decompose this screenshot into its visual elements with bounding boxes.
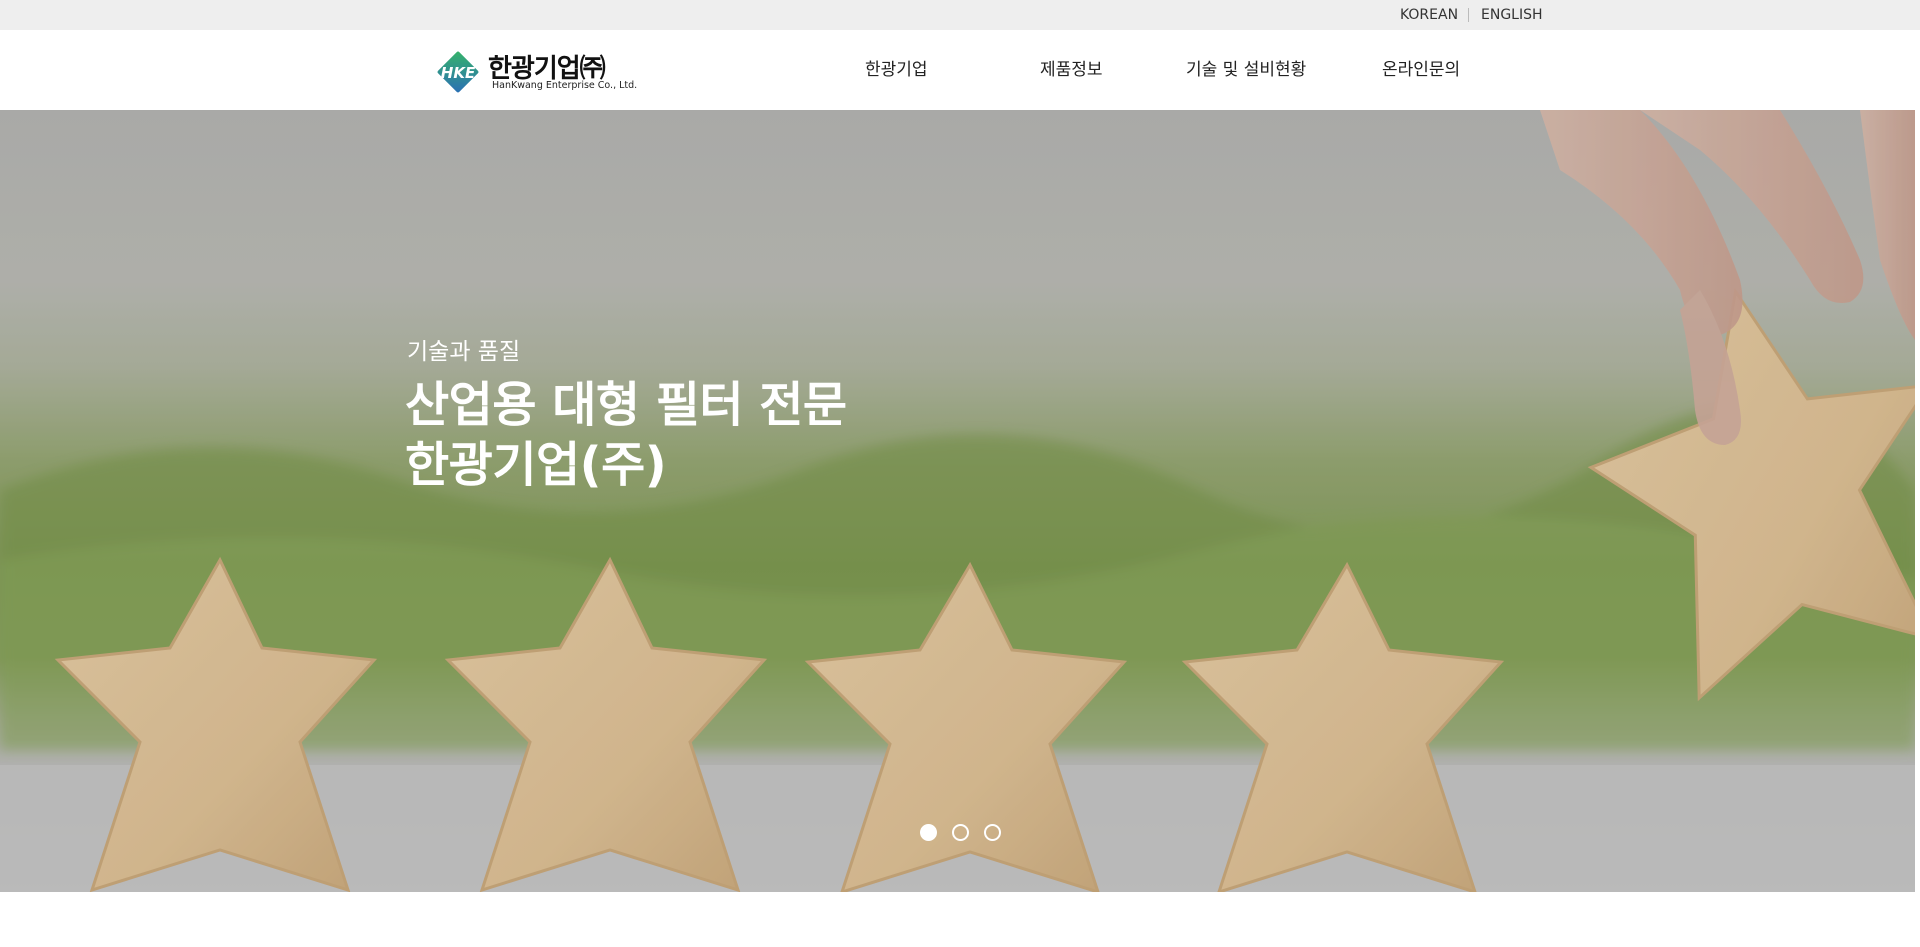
slider-pagination (920, 824, 1004, 842)
hero-title: 산업용 대형 필터 전문 한광기업(주) (405, 375, 847, 495)
slider-dot-3[interactable] (984, 824, 1001, 841)
site-header: HKE 한광기업㈜ HanKwang Enterprise Co., Ltd. … (0, 30, 1920, 110)
hero-overlay (0, 110, 1915, 892)
nav-item-online-inquiry[interactable]: 온라인문의 (1382, 30, 1460, 110)
nav-item-technology-facilities[interactable]: 기술 및 설비현황 (1186, 30, 1306, 110)
hero-slider: 기술과 품질 산업용 대형 필터 전문 한광기업(주) (0, 110, 1915, 892)
language-korean-link[interactable]: KOREAN (1400, 0, 1458, 30)
slider-dot-1[interactable] (920, 824, 937, 841)
hke-logo-icon: HKE (437, 51, 479, 93)
svg-text:HKE: HKE (441, 64, 476, 82)
company-name-english: HanKwang Enterprise Co., Ltd. (492, 80, 638, 91)
company-logo[interactable]: HKE 한광기업㈜ HanKwang Enterprise Co., Ltd. (436, 46, 637, 96)
hero-title-line-2: 한광기업(주) (405, 437, 667, 493)
top-utility-bar: KOREAN ENGLISH (0, 0, 1920, 30)
slider-dot-2[interactable] (952, 824, 969, 841)
nav-item-company[interactable]: 한광기업 (865, 30, 928, 110)
nav-item-products[interactable]: 제품정보 (1040, 30, 1103, 110)
hero-title-line-1: 산업용 대형 필터 전문 (405, 377, 847, 433)
language-english-link[interactable]: ENGLISH (1481, 0, 1543, 30)
hero-subtitle: 기술과 품질 (407, 339, 521, 365)
language-divider (1468, 8, 1469, 22)
